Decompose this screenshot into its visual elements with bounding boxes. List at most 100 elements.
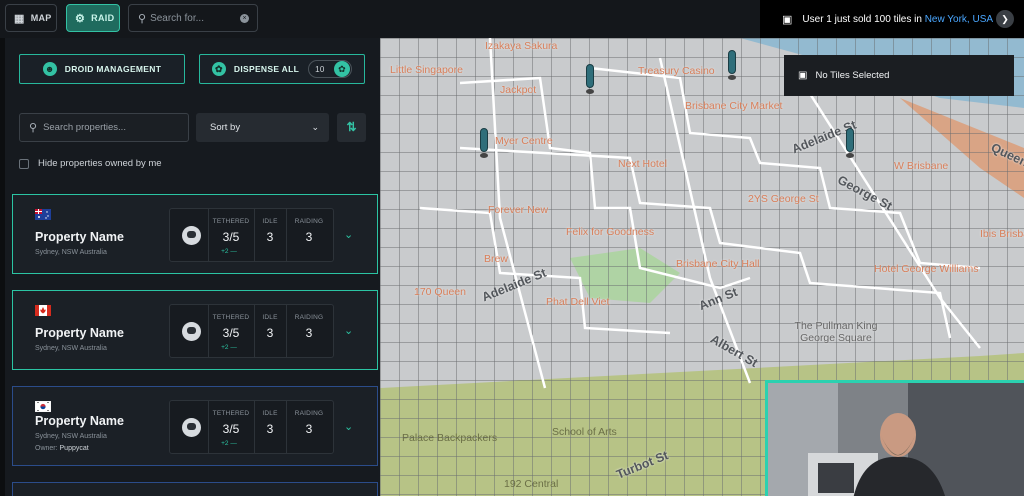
raiding-label: RAIDING [294, 314, 324, 321]
map-place-label[interactable]: Izakaya Sakura [485, 40, 557, 52]
map-place-label[interactable]: Felix for Goodness [566, 226, 654, 238]
sort-direction-button[interactable]: ⇅ [337, 113, 366, 142]
notification-location[interactable]: New York, USA [925, 14, 993, 25]
droid-icon [182, 418, 201, 437]
map-place-label[interactable]: Palace Backpackers [402, 432, 497, 444]
droid-pin[interactable] [586, 64, 594, 94]
property-location: Sydney, NSW Australia [35, 249, 107, 256]
droid-stats: TETHERED 3/5 +2 — IDLE 3 RAIDING 3 [169, 208, 334, 262]
webcam-video [768, 383, 1024, 496]
raiding-label: RAIDING [294, 218, 324, 225]
raiding-value: 3 [305, 422, 313, 436]
notification-message: User 1 just sold 100 tiles in [802, 13, 925, 25]
map-place-label[interactable]: School of Arts [552, 426, 617, 438]
map-place-label[interactable]: 170 Queen [414, 286, 466, 298]
droid-pin[interactable] [728, 50, 736, 80]
webcam-overlay [765, 380, 1024, 496]
map-place-label[interactable]: Brisbane City Market [685, 100, 782, 112]
raid-button[interactable]: ⚙ RAID [66, 4, 120, 32]
sort-select[interactable]: Sort by ⌄ [196, 113, 329, 142]
dispense-token-icon: ✿ [334, 61, 351, 77]
tethered-delta: +2 — [221, 344, 237, 351]
map-place-label[interactable]: Ibis Brisbane [980, 228, 1024, 240]
droid-icon: ☻ [42, 62, 57, 76]
sort-label: Sort by [210, 122, 241, 133]
tethered-delta: +2 — [221, 248, 237, 255]
map-place-label[interactable]: The Pullman King George Square [776, 320, 896, 344]
chevron-down-icon[interactable]: ⌄ [344, 324, 353, 337]
property-name: Property Name [35, 230, 124, 244]
property-search-input[interactable] [43, 122, 184, 133]
droid-pin[interactable] [480, 128, 488, 158]
owner-name: Puppycat [59, 445, 89, 452]
droid-icon [182, 322, 201, 341]
sale-notification: ▣ User 1 just sold 100 tiles in New York… [760, 0, 1024, 38]
map-place-label[interactable]: W Brisbane [894, 160, 948, 172]
map-place-label[interactable]: Treasury Casino [638, 65, 715, 77]
droid-management-label: DROID MANAGEMENT [64, 64, 162, 74]
droid-stats: TETHERED 3/5 +2 — IDLE 3 RAIDING 3 [169, 400, 334, 454]
clear-icon[interactable]: × [240, 13, 250, 23]
tethered-delta-value: +2 [221, 248, 229, 255]
chevron-down-icon[interactable]: ⌄ [344, 420, 353, 433]
tethered-delta: +2 — [221, 440, 237, 447]
raid-icon: ⚙ [75, 12, 86, 25]
dispense-count-badge: 10 ✿ [308, 60, 353, 78]
property-card[interactable]: Property Name Sydney, NSW Australia TETH… [12, 194, 378, 274]
map-place-label[interactable]: Jackpot [500, 84, 536, 96]
property-card[interactable] [12, 482, 378, 496]
map-button-label: MAP [30, 13, 52, 23]
map-place-label[interactable]: Brew [484, 253, 508, 265]
canada-flag [35, 305, 51, 316]
chevron-right-icon[interactable]: ❯ [996, 10, 1014, 28]
map-place-label[interactable]: Next Hotel [618, 158, 667, 170]
grid-icon: ▣ [798, 70, 808, 81]
droid-management-button[interactable]: ☻ DROID MANAGEMENT [19, 54, 185, 84]
owner-label: Owner: [35, 445, 58, 452]
property-location: Sydney, NSW Australia [35, 345, 107, 352]
property-name: Property Name [35, 326, 124, 340]
dispense-all-button[interactable]: ✿ DISPENSE ALL 10 ✿ [199, 54, 365, 84]
search-icon: ⚲ [138, 12, 147, 25]
droid-stats: TETHERED 3/5 +2 — IDLE 3 RAIDING 3 [169, 304, 334, 358]
property-name: Property Name [35, 414, 124, 428]
sort-arrows-icon: ⇅ [346, 120, 357, 134]
store-icon: ▣ [782, 13, 793, 26]
raiding-value: 3 [305, 326, 313, 340]
dispense-icon: ✿ [211, 62, 226, 76]
property-card[interactable]: Property Name Sydney, NSW Australia TETH… [12, 290, 378, 370]
map-place-label[interactable]: 2YS George St [748, 193, 819, 205]
chevron-down-icon[interactable]: ⌄ [344, 228, 353, 241]
map-place-label[interactable]: Little Singapore [390, 64, 463, 76]
chevron-down-icon: ⌄ [311, 122, 319, 132]
map-place-label[interactable]: Phat Dell Viet [546, 296, 609, 308]
property-panel: ☻ DROID MANAGEMENT ✿ DISPENSE ALL 10 ✿ ⚲… [0, 38, 380, 496]
property-search: ⚲ [19, 113, 189, 142]
map-place-label[interactable]: Hotel George Williams [874, 263, 978, 275]
tethered-delta-value: +2 [221, 344, 229, 351]
property-owner: Owner: Puppycat [35, 445, 89, 452]
hide-owned-checkbox[interactable] [19, 158, 29, 169]
australia-flag [35, 209, 51, 220]
notification-text: User 1 just sold 100 tiles in New York, … [802, 14, 993, 25]
hide-owned-toggle[interactable]: Hide properties owned by me [19, 158, 162, 169]
map-place-label[interactable]: Forever New [488, 204, 548, 216]
hide-owned-label: Hide properties owned by me [38, 158, 162, 169]
property-card[interactable]: Property Name Sydney, NSW Australia Owne… [12, 386, 378, 466]
tile-selection-status: ▣ No Tiles Selected [784, 55, 1014, 96]
global-search-input[interactable] [150, 12, 237, 24]
map-place-label[interactable]: Myer Centre [495, 135, 553, 147]
raiding-value: 3 [305, 230, 313, 244]
tethered-delta-value: +2 [221, 440, 229, 447]
droid-pin[interactable] [846, 128, 854, 158]
top-bar: ▦ MAP ⚙ RAID ⚲ × ▣ User 1 just sold 100 … [0, 0, 1024, 38]
map-place-label[interactable]: 192 Central [504, 478, 558, 490]
dispense-count: 10 [315, 64, 325, 74]
droid-icon [182, 226, 201, 245]
map-place-label[interactable]: Brisbane City Hall [676, 258, 759, 270]
search-icon: ⚲ [29, 122, 38, 134]
map-button[interactable]: ▦ MAP [5, 4, 57, 32]
tile-selection-text: No Tiles Selected [815, 70, 890, 81]
property-location: Sydney, NSW Australia [35, 433, 107, 440]
south-korea-flag [35, 401, 51, 412]
